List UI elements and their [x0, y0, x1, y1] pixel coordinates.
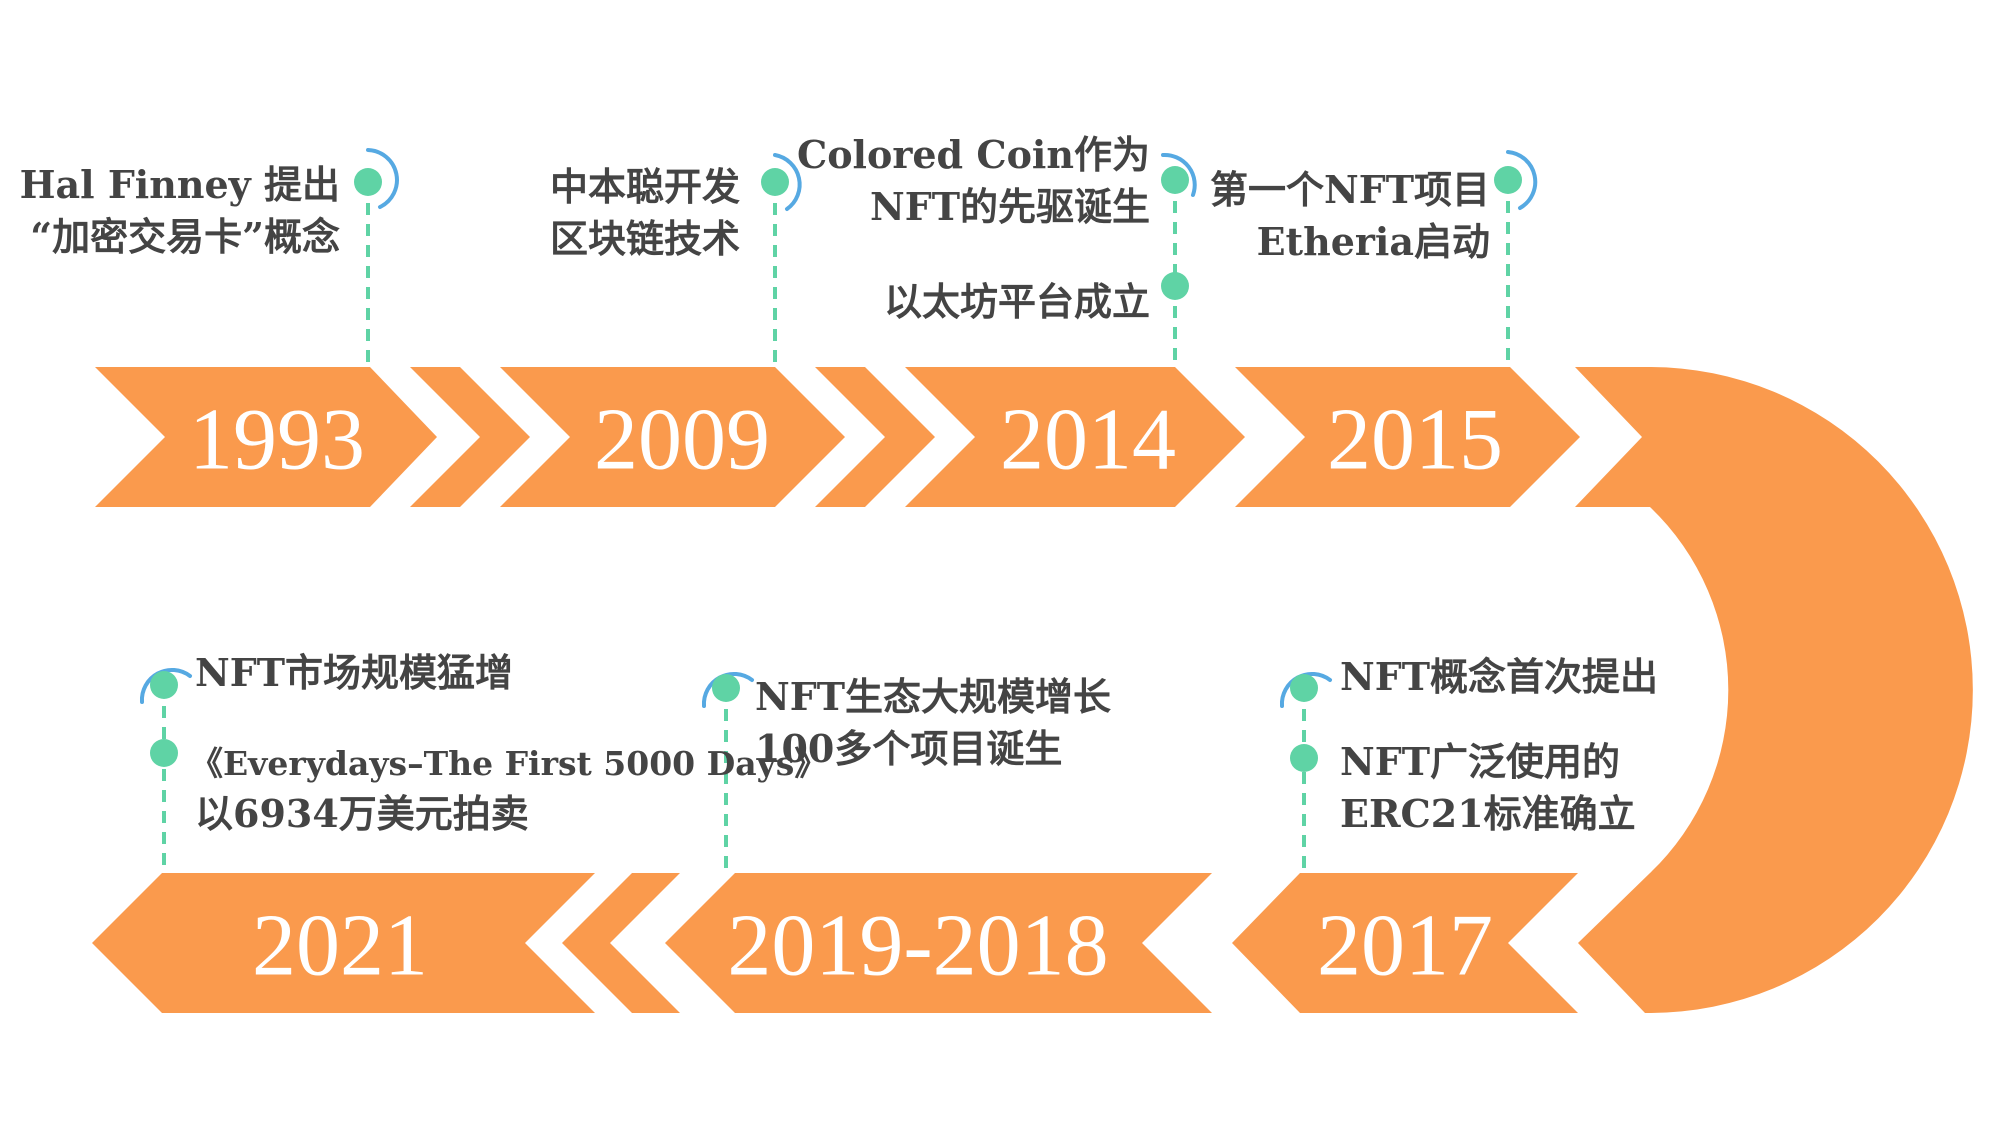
event-2019-2018-line-1: NFT生态大规模增长	[755, 674, 1111, 719]
year-label-2009: 2009	[594, 392, 770, 489]
year-label-2015: 2015	[1327, 392, 1503, 489]
year-label-2021: 2021	[252, 898, 428, 995]
marker-dot-1993	[354, 168, 382, 196]
marker-dot-2021-a	[150, 671, 178, 699]
year-label-2017: 2017	[1317, 898, 1493, 995]
year-label-2014: 2014	[1000, 392, 1176, 489]
event-1993-line-1: Hal Finney 提出	[20, 162, 340, 207]
event-2017-b-line-2: ERC21标准确立	[1340, 791, 1636, 836]
event-2014-b-line-1: 以太坊平台成立	[884, 279, 1150, 324]
event-1993-line-2: “加密交易卡”概念	[30, 214, 340, 259]
event-2017-b-line-1: NFT广泛使用的	[1340, 739, 1620, 784]
event-2015-line-2: Etheria启动	[1257, 219, 1490, 264]
event-2017-a-line-1: NFT概念首次提出	[1340, 654, 1658, 699]
year-label-2019-2018: 2019-2018	[727, 898, 1108, 995]
timeline-diagram: 1993 2009 2014 2015 2017 2019-2018 2021 …	[20, 132, 1973, 1013]
marker-dot-2014-a	[1161, 166, 1189, 194]
chevron-separator	[562, 873, 680, 1013]
marker-dot-2009	[761, 168, 789, 196]
marker-dot-2019-2018	[712, 674, 740, 702]
event-2015-line-1: 第一个NFT项目	[1210, 167, 1490, 212]
marker-dot-2014-b	[1161, 272, 1189, 300]
year-label-1993: 1993	[189, 392, 365, 489]
marker-dot-2017-b	[1290, 744, 1318, 772]
event-2009-line-1: 中本聪开发	[550, 164, 740, 209]
marker-dot-2021-b	[150, 739, 178, 767]
event-2014-a-line-2: NFT的先驱诞生	[870, 184, 1150, 229]
event-2021-a-line-1: NFT市场规模猛增	[195, 650, 513, 695]
marker-dot-2015	[1494, 166, 1522, 194]
event-2014-a-line-1: Colored Coin作为	[797, 132, 1150, 177]
event-2021-b-line-2: 以6934万美元拍卖	[195, 791, 529, 836]
event-2009-line-2: 区块链技术	[550, 216, 740, 261]
marker-dot-2017-a	[1290, 674, 1318, 702]
event-2021-b-line-1: 《Everydays–The First 5000 Days》	[190, 744, 827, 783]
